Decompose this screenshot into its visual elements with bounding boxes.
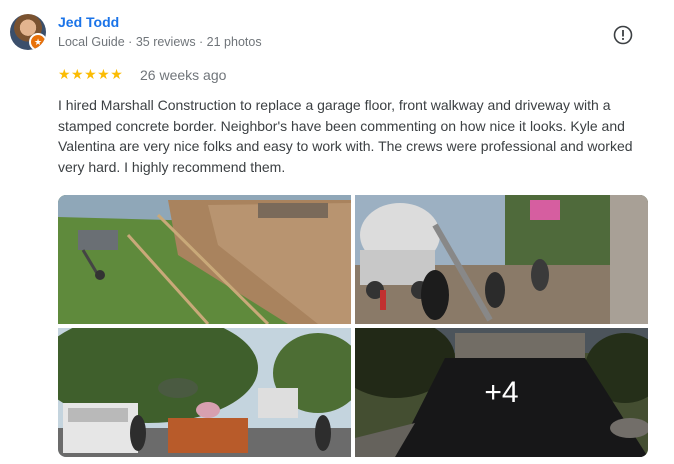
star-rating: ★★★★★ <box>58 66 124 82</box>
review-photo-4[interactable]: +4 <box>355 328 648 457</box>
review-photo-3[interactable] <box>58 328 351 457</box>
photo-grid: +4 <box>58 195 648 457</box>
more-photos-overlay[interactable]: +4 <box>355 328 648 457</box>
reviewer-avatar[interactable]: ★ <box>10 14 46 50</box>
review-date: 26 weeks ago <box>140 67 227 83</box>
reviewer-meta: Local Guide · 35 reviews · 21 photos <box>58 35 262 49</box>
review-photo-1[interactable] <box>58 195 351 324</box>
review-photo-2[interactable] <box>355 195 648 324</box>
report-flag-icon[interactable] <box>612 24 634 46</box>
review-text: I hired Marshall Construction to replace… <box>58 97 633 175</box>
local-guide-star-icon: ★ <box>29 33 46 50</box>
reviewer-name[interactable]: Jed Todd <box>58 14 119 30</box>
